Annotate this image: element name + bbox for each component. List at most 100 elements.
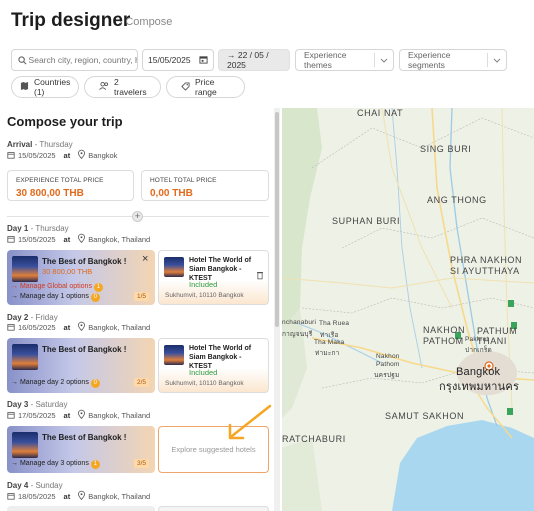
map-label: SING BURI bbox=[420, 144, 472, 154]
experience-thumbnail bbox=[12, 344, 38, 370]
calendar-icon bbox=[7, 411, 15, 421]
experience-thumbnail bbox=[12, 432, 38, 458]
hotel-address: Sukhumvit, 10110 Bangkok bbox=[165, 380, 244, 387]
map-label: นครปฐม bbox=[374, 372, 400, 379]
experience-segments-label: Experience segments bbox=[408, 50, 451, 70]
map-label: Nakhon bbox=[376, 353, 400, 360]
option-counter: 3/5 bbox=[134, 459, 150, 468]
day-2-info: 16/05/2025 at Bangkok, Thailand bbox=[7, 321, 150, 333]
map-canvas[interactable] bbox=[282, 108, 534, 511]
date-from-value: 15/05/2025 bbox=[148, 55, 191, 65]
page-title: Trip designer bbox=[11, 10, 131, 31]
experience-total-box: EXPERIENCE TOTAL PRICE 30 800,00 THB bbox=[7, 170, 134, 201]
map-label: กาญจนบุรี bbox=[282, 331, 313, 338]
users-icon bbox=[99, 82, 109, 92]
calendar-icon[interactable] bbox=[199, 55, 208, 66]
map-label: SI AYUTTHAYA bbox=[450, 266, 520, 276]
breadcrumb-compose[interactable]: Compose bbox=[125, 16, 172, 28]
experience-title: The Best of Bangkok ! bbox=[42, 345, 127, 354]
manage-day-options-link[interactable]: → Manage day 1 options 0 bbox=[11, 293, 100, 302]
location-pin-icon bbox=[78, 233, 86, 245]
experience-price: 30 800,00 THB bbox=[42, 267, 93, 276]
map-label: Pakkret bbox=[465, 336, 489, 343]
map-label: NAKHON bbox=[423, 325, 466, 335]
arrival-label: Arrival - Thursday bbox=[7, 140, 73, 149]
map-view[interactable]: CHAI NAT SING BURI ANG THONG SUPHAN BURI… bbox=[282, 108, 534, 511]
manage-day-options-link[interactable]: → Manage day 3 options 1 bbox=[11, 460, 100, 469]
date-to-field[interactable]: → 22 / 05 / 2025 bbox=[218, 49, 290, 71]
calendar-icon bbox=[7, 323, 15, 333]
compose-title: Compose your trip bbox=[7, 114, 123, 129]
experience-title: The Best of Bangkok ! bbox=[42, 257, 127, 266]
hotel-status: Included bbox=[189, 280, 218, 289]
hotel-card-day-2[interactable]: Hotel The World of Siam Bangkok - KTEST … bbox=[158, 338, 269, 393]
option-counter: 2/5 bbox=[134, 378, 150, 387]
close-icon[interactable]: × bbox=[142, 253, 148, 265]
location-pin-icon bbox=[78, 409, 86, 421]
location-pin-icon bbox=[78, 321, 86, 333]
experience-card-day-3[interactable]: The Best of Bangkok ! → Manage day 3 opt… bbox=[7, 426, 155, 473]
manage-day-options-link[interactable]: → Manage day 2 options 0 bbox=[11, 379, 100, 388]
experience-card-day-1[interactable]: The Best of Bangkok ! × 30 800,00 THB → … bbox=[7, 250, 155, 305]
map-label: PHRA NAKHON bbox=[450, 255, 523, 265]
date-to-value: → 22 / 05 / 2025 bbox=[227, 50, 269, 70]
search-input[interactable] bbox=[28, 55, 137, 65]
chevron-down-icon[interactable] bbox=[375, 55, 393, 65]
calendar-icon bbox=[7, 235, 15, 245]
option-counter: 1/5 bbox=[134, 292, 150, 301]
price-range-button[interactable]: Price range bbox=[166, 76, 245, 98]
search-icon bbox=[16, 55, 29, 65]
arrow-annotation-icon bbox=[228, 404, 272, 440]
hotel-address: Sukhumvit, 10110 Bangkok bbox=[165, 292, 244, 299]
experience-themes-label: Experience themes bbox=[304, 50, 347, 70]
map-label: ANG THONG bbox=[427, 195, 487, 205]
map-label: ปากเกร็ด bbox=[465, 347, 492, 354]
experience-total-label: EXPERIENCE TOTAL PRICE bbox=[16, 177, 104, 184]
experience-total-value: 30 800,00 THB bbox=[16, 188, 84, 199]
experience-card-day-2[interactable]: The Best of Bangkok ! → Manage day 2 opt… bbox=[7, 338, 155, 393]
manage-global-options-link[interactable]: → Manage Global options 1 bbox=[11, 283, 103, 292]
day-1-label: Day 1 - Thursday bbox=[7, 224, 69, 233]
arrival-info: 15/05/2025 at Bangkok bbox=[7, 149, 117, 161]
countries-label: Countries (1) bbox=[34, 77, 71, 97]
map-label: SUPHAN BURI bbox=[332, 216, 401, 226]
price-range-label: Price range bbox=[195, 77, 217, 97]
map-label: Tha Maka bbox=[314, 339, 345, 346]
calendar-icon bbox=[7, 151, 15, 161]
hotel-total-value: 0,00 THB bbox=[150, 188, 193, 199]
hotel-name: Hotel The World of Siam Bangkok - KTEST bbox=[189, 345, 252, 370]
hotel-thumbnail bbox=[164, 257, 184, 277]
day-3-label: Day 3 - Saturday bbox=[7, 400, 68, 409]
hotel-thumbnail bbox=[164, 345, 184, 365]
scrollbar-thumb[interactable] bbox=[275, 112, 279, 327]
map-label: SAMUT SAKHON bbox=[385, 411, 465, 421]
hotel-status: Included bbox=[189, 368, 218, 377]
calendar-icon bbox=[7, 492, 15, 502]
date-from-field[interactable]: 15/05/2025 bbox=[142, 49, 214, 71]
chevron-down-icon[interactable] bbox=[488, 55, 506, 65]
hotel-card-day-1[interactable]: Hotel The World of Siam Bangkok - KTEST … bbox=[158, 250, 269, 305]
map-label: RATCHABURI bbox=[282, 434, 346, 444]
chevron-right-icon: › bbox=[119, 17, 123, 28]
search-field[interactable] bbox=[11, 49, 138, 71]
breadcrumb: › Compose bbox=[119, 16, 172, 28]
travelers-label: 2 travelers bbox=[114, 77, 147, 97]
tag-icon bbox=[181, 81, 190, 93]
day-4-hotel-top bbox=[158, 506, 269, 511]
countries-button[interactable]: Countries (1) bbox=[11, 76, 79, 98]
day-2-label: Day 2 - Friday bbox=[7, 313, 58, 322]
experience-thumbnail bbox=[12, 256, 38, 282]
hotel-total-label: HOTEL TOTAL PRICE bbox=[150, 177, 217, 184]
map-label: nchanaburi bbox=[282, 319, 317, 326]
day-4-label: Day 4 - Sunday bbox=[7, 481, 63, 490]
trash-icon[interactable] bbox=[257, 266, 263, 284]
experience-title: The Best of Bangkok ! bbox=[42, 433, 127, 442]
experience-segments-select[interactable]: Experience segments bbox=[399, 49, 507, 71]
compose-panel: Compose your trip Arrival - Thursday 15/… bbox=[0, 108, 281, 511]
map-label: Pathom bbox=[376, 361, 400, 368]
day-1-info: 15/05/2025 at Bangkok, Thailand bbox=[7, 233, 150, 245]
experience-themes-select[interactable]: Experience themes bbox=[295, 49, 394, 71]
travelers-button[interactable]: 2 travelers bbox=[84, 76, 161, 98]
add-day-icon[interactable]: + bbox=[132, 211, 143, 222]
map-label: ท่ามะกา bbox=[315, 350, 340, 357]
